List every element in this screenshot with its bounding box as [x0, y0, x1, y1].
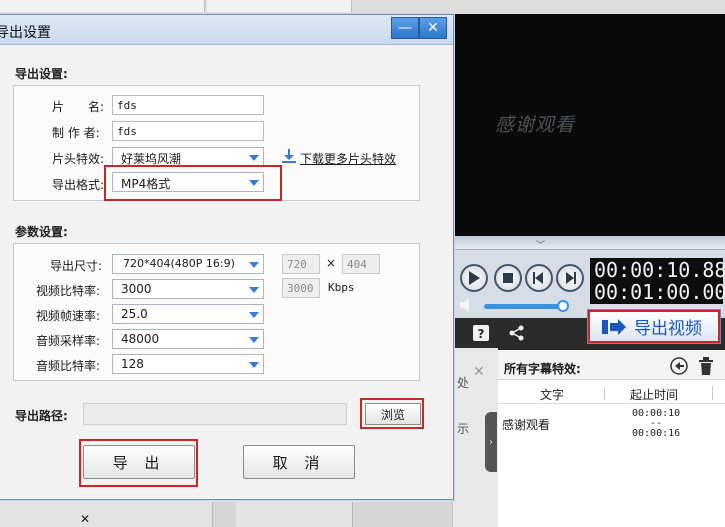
timeline-scrubber[interactable]: ﹀: [452, 236, 725, 251]
export-video-label: 导出视频: [634, 319, 702, 339]
size-label: 导出尺寸:: [50, 259, 103, 273]
subtitle-panel-title: 所有字幕特效:: [504, 362, 581, 376]
fps-label: 视频帧速率:: [36, 309, 101, 323]
preview-caption: 感谢观看: [495, 114, 576, 136]
export-video-button[interactable]: 导出视频: [587, 309, 721, 344]
export-settings-group: 片 名: fds 制 作 者: fds 片头特效: 好莱坞风潮 下载更多片头特效…: [13, 85, 420, 201]
scrubber-notch-icon: ﹀: [536, 241, 546, 251]
video-bitrate-select[interactable]: 3000: [112, 279, 264, 299]
audio-bitrate-label: 音频比特率:: [36, 359, 101, 373]
height-field[interactable]: 404: [342, 254, 380, 274]
subtitle-text-cell: 感谢观看: [502, 418, 551, 432]
audio-bitrate-value: 128: [121, 357, 144, 371]
back-icon[interactable]: [670, 357, 688, 375]
sample-rate-select[interactable]: 48000: [112, 329, 264, 349]
download-icon: [282, 149, 296, 163]
prev-icon: [533, 272, 543, 284]
tab-strip-block: [0, 0, 205, 12]
video-preview: [452, 14, 725, 236]
export-settings-dialog: 导出设置 — ✕ 导出设置: 片 名: fds 制 作 者: fds 片头特效:…: [0, 14, 454, 500]
chevron-down-icon: [249, 312, 259, 318]
chevron-down-icon: [249, 362, 259, 368]
section-param-settings: 参数设置:: [15, 225, 68, 239]
author-label: 制 作 者:: [52, 126, 100, 140]
svg-text:?: ?: [478, 327, 485, 341]
next-icon: [566, 272, 576, 284]
intro-effect-value: 好莱坞风潮: [121, 152, 182, 166]
thumbnail-card[interactable]: [352, 502, 452, 527]
tab-strip-block: [207, 0, 352, 12]
minimize-button[interactable]: —: [391, 17, 419, 39]
chevron-down-icon: [249, 155, 259, 161]
subtitle-end-time: 00:00:16: [632, 428, 681, 439]
name-field[interactable]: fds: [112, 95, 264, 115]
next-frame-button[interactable]: [556, 264, 584, 292]
stop-icon: [503, 273, 513, 283]
thumbnail-card[interactable]: [212, 502, 236, 527]
prev-frame-button[interactable]: [525, 264, 553, 292]
help-icon[interactable]: ?: [472, 324, 490, 342]
times-sign: ×: [326, 256, 337, 270]
kbps-unit: Kbps: [328, 281, 355, 294]
volume-slider[interactable]: [484, 304, 564, 309]
volume-slider-knob[interactable]: [557, 300, 569, 312]
width-field[interactable]: 720: [282, 254, 320, 274]
download-more-intro-link[interactable]: 下载更多片头特效: [300, 150, 396, 167]
chevron-down-icon: [249, 337, 259, 343]
timecode-total: 00:01:00.000: [594, 280, 725, 304]
chevron-down-icon: [249, 262, 259, 268]
video-bitrate-value: 3000: [121, 282, 152, 296]
export-highlight-box: [79, 439, 198, 487]
column-divider: [604, 386, 605, 400]
subtitle-panel: 所有字幕特效: 文字 起止时间 感谢观看 00:00:10 -- 00:00:1…: [498, 350, 725, 527]
fps-value: 25.0: [121, 307, 148, 321]
volume-icon[interactable]: [460, 298, 476, 312]
video-bitrate-label: 视频比特率:: [36, 284, 101, 298]
side-hint-1: 处: [457, 376, 470, 390]
sample-rate-label: 音频采样率:: [36, 334, 101, 348]
format-highlight-box: [104, 165, 282, 201]
share-icon[interactable]: [508, 324, 526, 342]
column-time: 起止时间: [630, 388, 679, 402]
format-label: 导出格式:: [52, 178, 105, 192]
size-value: 720*404(480P 16:9): [123, 257, 235, 270]
cancel-button[interactable]: 取 消: [243, 445, 355, 479]
subtitle-panel-header: 所有字幕特效:: [498, 350, 725, 380]
collapse-arrow-icon[interactable]: ›: [485, 412, 497, 472]
timecode-current: 00:00:10.880: [594, 258, 725, 282]
author-field[interactable]: fds: [112, 121, 264, 141]
size-select[interactable]: 720*404(480P 16:9): [112, 254, 264, 274]
window-controls: — ✕: [391, 17, 447, 39]
timecode-display: 00:00:10.880 00:01:00.000: [590, 258, 725, 304]
trash-icon[interactable]: [697, 357, 715, 375]
chevron-down-icon: [249, 287, 259, 293]
export-path-field[interactable]: [83, 403, 347, 425]
subtitle-table-header: 文字 起止时间: [498, 382, 725, 404]
param-settings-group: 导出尺寸: 720*404(480P 16:9) 720 × 404 视频比特率…: [13, 243, 420, 381]
column-divider: [712, 386, 713, 400]
intro-effect-label: 片头特效:: [52, 152, 105, 166]
browse-highlight-box: [360, 398, 424, 429]
video-bitrate-readonly: 3000: [282, 278, 320, 298]
side-hint-2: 示: [457, 422, 470, 436]
play-button[interactable]: [460, 264, 488, 292]
name-label: 片 名:: [52, 100, 105, 114]
intro-effect-select[interactable]: 好莱坞风潮: [112, 147, 264, 167]
close-button[interactable]: ✕: [419, 17, 447, 39]
close-icon[interactable]: ✕: [473, 364, 485, 380]
stop-button[interactable]: [494, 264, 522, 292]
export-video-icon: [602, 318, 626, 335]
audio-bitrate-select[interactable]: 128: [112, 354, 264, 374]
fps-select[interactable]: 25.0: [112, 304, 264, 324]
timeline-thumbnails: [0, 498, 452, 527]
column-text: 文字: [540, 388, 565, 402]
dialog-titlebar: 导出设置 — ✕: [0, 15, 453, 45]
section-export-settings: 导出设置:: [15, 67, 68, 81]
sample-rate-value: 48000: [121, 332, 160, 346]
play-icon: [469, 271, 480, 285]
dialog-title: 导出设置: [0, 25, 51, 41]
export-path-label: 导出路径:: [15, 409, 68, 423]
